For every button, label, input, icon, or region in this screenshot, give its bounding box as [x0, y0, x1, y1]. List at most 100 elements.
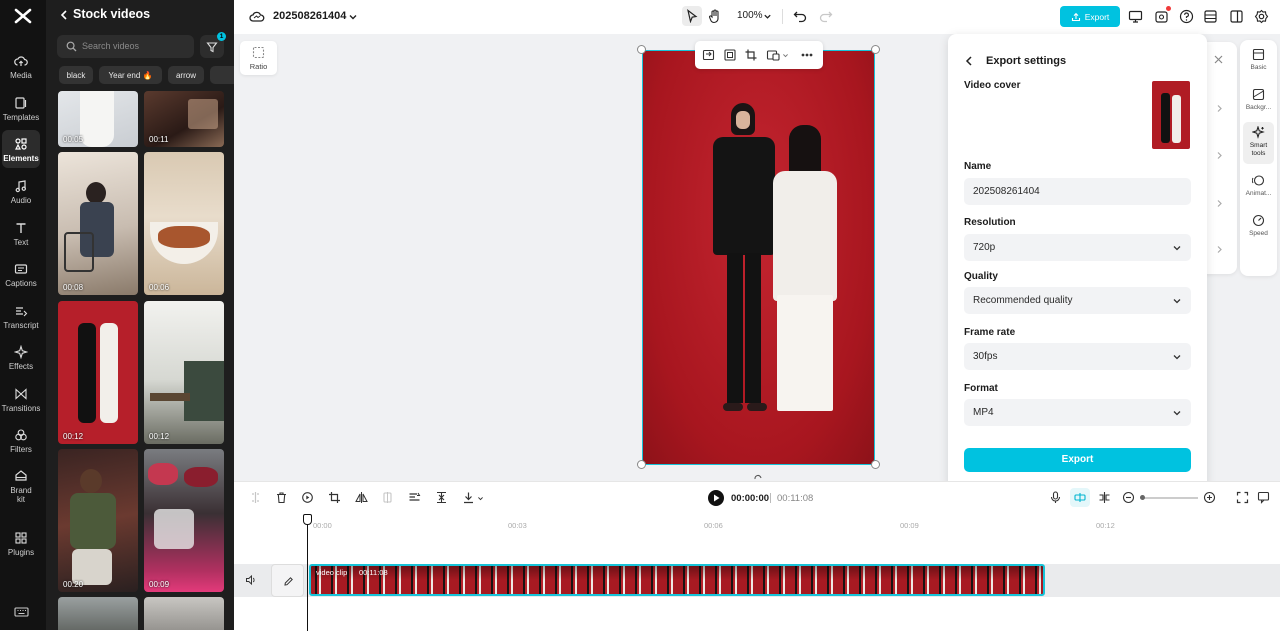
edit-cover-button[interactable] — [271, 564, 304, 597]
video-thumbnail[interactable]: 00:11 — [144, 91, 224, 147]
rail-item-effects[interactable]: Effects — [0, 343, 42, 381]
chip-year-end[interactable]: Year end 🔥 — [99, 66, 162, 84]
rail-item-text[interactable]: Text — [0, 219, 42, 257]
rail-item-transitions[interactable]: Transitions — [0, 385, 42, 423]
rail-item-transcript[interactable]: Transcript — [0, 302, 42, 340]
zoom-out-icon[interactable] — [1122, 491, 1135, 504]
rail-item-captions[interactable]: Captions — [0, 260, 42, 298]
resize-handle[interactable] — [637, 45, 646, 54]
quality-select[interactable]: Recommended quality — [964, 287, 1191, 314]
frame-rate-select[interactable]: 30fps — [964, 343, 1191, 370]
video-thumbnail[interactable]: 00:08 — [58, 152, 138, 295]
search-input[interactable]: Search videos — [57, 35, 194, 58]
hand-icon[interactable] — [708, 9, 722, 24]
back-icon[interactable] — [59, 9, 69, 21]
export-button[interactable]: Export — [964, 448, 1191, 472]
video-thumbnail[interactable]: 00:12 — [58, 301, 138, 444]
chip-arrow[interactable]: arrow — [168, 66, 204, 84]
video-thumbnail[interactable] — [144, 597, 224, 630]
auto-captions-icon[interactable] — [408, 491, 421, 504]
chevron-right-icon[interactable] — [1216, 199, 1223, 208]
chevron-right-icon[interactable] — [1216, 151, 1223, 160]
ratio-button[interactable]: Ratio — [240, 41, 277, 75]
help-icon[interactable] — [1179, 9, 1194, 24]
chip-black[interactable]: black — [59, 66, 93, 84]
chevron-down-icon[interactable] — [782, 52, 789, 59]
rail-item-audio[interactable]: Audio — [0, 177, 42, 215]
chevron-right-icon[interactable] — [1216, 104, 1223, 113]
crop-icon[interactable] — [328, 491, 341, 504]
select-tool-button[interactable] — [682, 6, 702, 26]
fit-timeline-icon[interactable] — [1236, 491, 1249, 504]
playhead[interactable] — [307, 515, 308, 631]
resize-handle[interactable] — [871, 45, 880, 54]
more-options-icon[interactable] — [801, 53, 813, 57]
magnet-toggle[interactable] — [1070, 488, 1090, 507]
trim-icon[interactable] — [435, 491, 448, 504]
settings-icon[interactable] — [1254, 9, 1269, 24]
video-thumbnail[interactable]: 00:20 — [58, 449, 138, 592]
microphone-icon[interactable] — [1049, 491, 1062, 504]
video-clip[interactable]: video clip 00:11:08 — [309, 564, 1045, 596]
resolution-select[interactable]: 720p — [964, 234, 1191, 261]
rail-item-brand-kit[interactable]: Brand kit — [0, 467, 42, 507]
right-rail-background[interactable]: Backgr... — [1243, 84, 1274, 124]
video-thumbnail[interactable]: 00:12 — [144, 301, 224, 444]
video-cover-thumbnail[interactable] — [1152, 81, 1190, 149]
close-icon[interactable] — [1213, 54, 1224, 65]
play-button[interactable] — [708, 490, 724, 506]
zoom-in-icon[interactable] — [1203, 491, 1216, 504]
rail-item-templates[interactable]: Templates — [0, 94, 42, 132]
chip-more[interactable] — [210, 66, 234, 84]
layers-icon[interactable] — [1203, 9, 1218, 24]
redo-icon[interactable] — [819, 9, 833, 23]
chevron-down-icon[interactable] — [348, 12, 358, 22]
keyboard-icon[interactable] — [14, 606, 29, 618]
crop-icon[interactable] — [744, 48, 758, 62]
present-icon[interactable] — [1128, 9, 1143, 24]
zoom-level[interactable]: 100% — [737, 10, 763, 21]
name-input[interactable]: 202508261404 — [964, 178, 1191, 205]
project-name[interactable]: 202508261404 — [273, 10, 346, 22]
video-thumbnail[interactable]: 00:06 — [144, 152, 224, 295]
comment-icon[interactable] — [1257, 491, 1270, 504]
app-logo[interactable] — [13, 7, 33, 25]
download-icon[interactable] — [462, 491, 475, 504]
split-view-icon[interactable] — [1098, 491, 1111, 504]
format-select[interactable]: MP4 — [964, 399, 1191, 426]
zoom-slider-thumb[interactable] — [1140, 495, 1145, 500]
fit-icon[interactable] — [723, 48, 737, 62]
rail-item-media[interactable]: Media — [0, 52, 42, 90]
more-tools-icon[interactable] — [766, 48, 780, 62]
right-rail-speed[interactable]: Speed — [1243, 210, 1274, 250]
rail-item-elements[interactable]: Elements — [2, 130, 40, 168]
speaker-icon[interactable] — [245, 574, 257, 586]
split-icon[interactable] — [249, 491, 262, 504]
video-thumbnail[interactable]: 00:05 — [58, 91, 138, 147]
video-frame[interactable] — [642, 50, 875, 465]
right-rail-basic[interactable]: Basic — [1243, 44, 1274, 84]
video-thumbnail[interactable]: 00:09 — [144, 449, 224, 592]
undo-icon[interactable] — [793, 9, 807, 23]
right-rail-smart-tools[interactable]: Smart tools — [1243, 122, 1274, 164]
resize-handle[interactable] — [637, 460, 646, 469]
rail-item-filters[interactable]: Filters — [0, 426, 42, 464]
cloud-icon[interactable] — [249, 9, 265, 25]
flip-icon[interactable] — [355, 491, 368, 504]
resize-handle[interactable] — [871, 460, 880, 469]
right-rail-animation[interactable]: Animat... — [1243, 170, 1274, 210]
layout-icon[interactable] — [1229, 9, 1244, 24]
chevron-down-icon[interactable] — [477, 495, 484, 502]
mirror-icon[interactable] — [381, 491, 394, 504]
export-top-button[interactable]: Export — [1060, 6, 1120, 27]
video-thumbnail[interactable] — [58, 597, 138, 630]
delete-icon[interactable] — [275, 491, 288, 504]
loop-icon[interactable] — [301, 491, 314, 504]
chevron-down-icon[interactable] — [763, 12, 772, 21]
back-icon[interactable] — [964, 55, 974, 67]
rail-item-plugins[interactable]: Plugins — [0, 529, 42, 567]
chevron-right-icon[interactable] — [1216, 245, 1223, 254]
playhead-handle[interactable] — [303, 514, 312, 525]
replace-icon[interactable] — [702, 48, 716, 62]
notifications-icon[interactable] — [1154, 9, 1169, 24]
